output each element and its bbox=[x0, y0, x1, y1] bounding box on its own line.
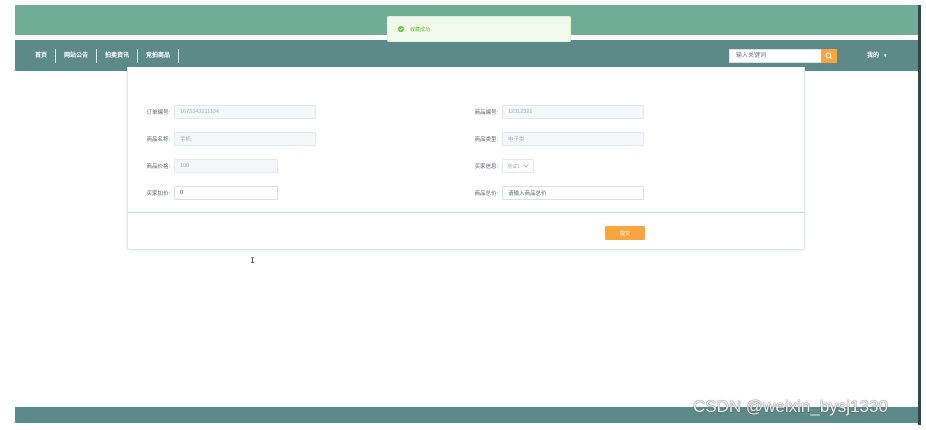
goods-total-input[interactable]: 请输入商品总价 bbox=[502, 186, 644, 200]
toast-message: 收藏成功 bbox=[410, 26, 431, 33]
buyer-info-row: 买家信息: 测试1 bbox=[464, 159, 534, 173]
goods-price-label: 商品价格: bbox=[146, 164, 170, 170]
goods-number-field[interactable]: 12312321 bbox=[502, 105, 644, 119]
search-icon bbox=[825, 52, 833, 60]
buyer-info-select[interactable]: 测试1 bbox=[502, 159, 534, 173]
text-cursor-icon: I bbox=[250, 257, 255, 266]
check-icon bbox=[399, 27, 403, 31]
buyer-info-label: 买家信息: bbox=[474, 164, 498, 170]
chevron-down-icon bbox=[522, 164, 529, 168]
goods-type-label: 商品类型: bbox=[474, 137, 498, 143]
goods-type-field[interactable]: 电子类 bbox=[502, 132, 644, 146]
submit-button[interactable]: 提交 bbox=[605, 226, 645, 240]
goods-price-row: 商品价格: 100 bbox=[132, 159, 278, 173]
nav-item-home[interactable]: 首页 bbox=[27, 49, 55, 63]
goods-type-row: 商品类型: 电子类 bbox=[464, 132, 644, 146]
app-window: 首页 网站公告 拍卖资讯 竞拍商品 我的 ▾ 订单编号: 1 bbox=[15, 5, 918, 425]
window-edge bbox=[918, 5, 921, 425]
search-button[interactable] bbox=[821, 49, 837, 63]
buyer-bid-input[interactable]: 0 bbox=[174, 186, 278, 200]
goods-price-field[interactable]: 100 bbox=[174, 159, 278, 173]
nav-menu: 首页 网站公告 拍卖资讯 竞拍商品 bbox=[27, 48, 180, 63]
goods-name-label: 商品名称: bbox=[146, 137, 170, 143]
order-form-card: 订单编号: 1673343211134 商品编号: 12312321 商品名称:… bbox=[127, 67, 805, 266]
user-menu-label: 我的 bbox=[867, 53, 880, 59]
buyer-bid-label: 买家加价: bbox=[146, 191, 170, 197]
nav-divider bbox=[178, 48, 180, 63]
order-number-field[interactable]: 1673343211134 bbox=[174, 105, 316, 119]
goods-name-row: 商品名称: 手机 bbox=[132, 132, 316, 146]
chevron-down-icon: ▾ bbox=[884, 53, 887, 59]
goods-name-field[interactable]: 手机 bbox=[174, 132, 316, 146]
search-input[interactable] bbox=[729, 49, 821, 63]
order-number-label: 订单编号: bbox=[146, 110, 170, 116]
goods-number-row: 商品编号: 12312321 bbox=[464, 105, 644, 119]
buyer-bid-row: 买家加价: 0 bbox=[132, 186, 278, 200]
form-divider bbox=[128, 212, 804, 213]
goods-total-row: 商品总价: 请输入商品总价 bbox=[464, 186, 644, 200]
search-bar bbox=[729, 49, 837, 63]
nav-item-auction-goods[interactable]: 竞拍商品 bbox=[138, 49, 178, 63]
user-menu[interactable]: 我的 ▾ bbox=[867, 49, 887, 63]
watermark: CSDN @weixin_bysj1330 bbox=[693, 397, 888, 416]
nav-item-announcements[interactable]: 网站公告 bbox=[56, 49, 96, 63]
goods-number-label: 商品编号: bbox=[474, 110, 498, 116]
nav-item-auction-news[interactable]: 拍卖资讯 bbox=[97, 49, 137, 63]
order-number-row: 订单编号: 1673343211134 bbox=[132, 105, 316, 119]
success-toast: 收藏成功 bbox=[387, 16, 571, 42]
check-circle-icon bbox=[398, 26, 404, 32]
goods-total-label: 商品总价: bbox=[474, 191, 498, 197]
buyer-info-selected: 测试1 bbox=[507, 163, 520, 170]
